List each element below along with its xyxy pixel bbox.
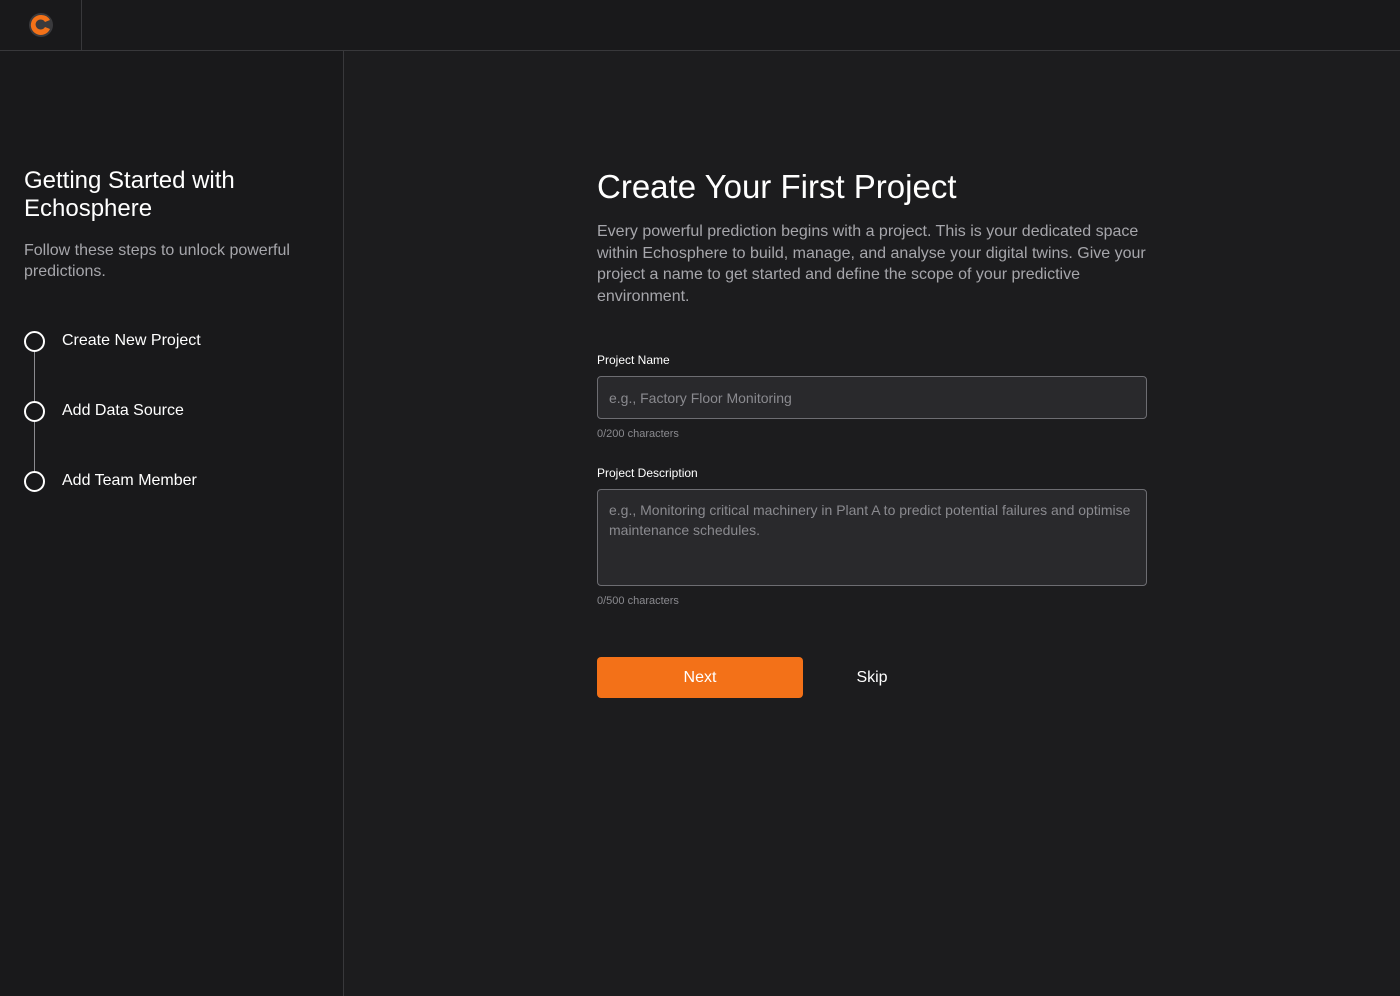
sidebar-title: Getting Started with Echosphere bbox=[24, 167, 235, 222]
project-description-input[interactable] bbox=[597, 489, 1147, 586]
logo-button[interactable] bbox=[0, 0, 82, 50]
step-circle-icon bbox=[24, 400, 45, 422]
page-description: Every powerful prediction begins with a … bbox=[597, 223, 1146, 305]
sidebar-subtitle: Follow these steps to unlock powerful pr… bbox=[24, 242, 290, 280]
step-circle-icon bbox=[24, 330, 45, 352]
step-label: Add Data Source bbox=[62, 402, 184, 419]
skip-button[interactable]: Skip bbox=[825, 657, 919, 698]
project-name-counter: 0/200 characters bbox=[597, 428, 679, 440]
step-label: Create New Project bbox=[62, 332, 201, 349]
echosphere-logo-icon bbox=[28, 13, 53, 37]
top-bar bbox=[0, 0, 1400, 51]
project-description-counter: 0/500 characters bbox=[597, 595, 679, 607]
project-name-input[interactable] bbox=[597, 376, 1147, 419]
next-button[interactable]: Next bbox=[597, 657, 803, 698]
step-create-new-project[interactable]: Create New Project bbox=[24, 329, 201, 353]
step-connector bbox=[34, 351, 35, 401]
page-title: Create Your First Project bbox=[597, 168, 957, 205]
step-circle-icon bbox=[24, 470, 45, 492]
step-add-team-member[interactable]: Add Team Member bbox=[24, 469, 197, 493]
sidebar: Getting Started with Echosphere Follow t… bbox=[0, 51, 344, 996]
project-name-label: Project Name bbox=[597, 353, 670, 367]
step-connector bbox=[34, 421, 35, 471]
step-label: Add Team Member bbox=[62, 472, 197, 489]
step-add-data-source[interactable]: Add Data Source bbox=[24, 399, 184, 423]
main-content: Create Your First Project Every powerful… bbox=[345, 51, 1400, 996]
project-description-label: Project Description bbox=[597, 466, 698, 480]
